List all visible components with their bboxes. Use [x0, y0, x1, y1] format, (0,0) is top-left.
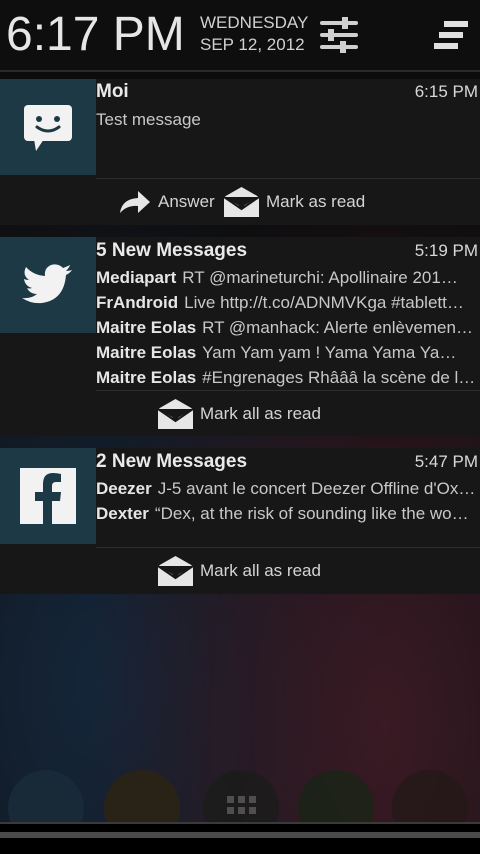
mark-all-as-read-button[interactable]: Mark all as read [157, 548, 321, 594]
notification-time: 6:15 PM [414, 82, 478, 101]
clear-all-button[interactable] [430, 18, 472, 54]
notification-time: 5:19 PM [414, 241, 478, 260]
app-icon-tile [0, 79, 96, 175]
quick-settings-button[interactable] [318, 14, 360, 56]
reply-arrow-icon [120, 191, 150, 213]
answer-label: Answer [158, 192, 215, 211]
sliders-icon [320, 17, 358, 53]
notification-twitter[interactable]: 5 New Messages 5:19 PM Mediapart RT @mari… [0, 237, 480, 436]
sender-name: FrAndroid [96, 293, 179, 312]
message-line: Mediapart RT @marineturchi: Apollinaire 2… [96, 266, 478, 290]
clear-all-icon [434, 21, 468, 49]
notification-sms[interactable]: Moi 6:15 PM Test message Answer Mark as … [0, 79, 480, 225]
clock: 6:17 PM [6, 8, 185, 61]
message-line: Maitre Eolas #Engrenages Rhâââ la scène d… [96, 366, 478, 390]
mark-as-read-label: Mark as read [266, 192, 366, 211]
notification-time: 5:47 PM [414, 452, 478, 471]
messaging-icon [24, 105, 72, 151]
notification-shade: 6:17 PM WEDNESDAY SEP 12, 2012 Moi 6:15 … [0, 0, 480, 854]
sender-name: Dexter [96, 504, 149, 523]
answer-button[interactable]: Answer [118, 179, 215, 225]
sender-name: Mediapart [96, 268, 177, 287]
shade-header: 6:17 PM WEDNESDAY SEP 12, 2012 [0, 0, 480, 72]
twitter-bird-icon [22, 264, 72, 304]
mark-all-as-read-button[interactable]: Mark all as read [157, 391, 321, 437]
message-preview: Yam Yam yam ! Yama Yama Ya… [202, 343, 457, 362]
day-label: WEDNESDAY [200, 13, 309, 32]
message-preview: J-5 avant le concert Deezer Offline d'Ox… [157, 479, 476, 498]
shade-handle[interactable] [0, 822, 480, 854]
notification-title: 5 New Messages [96, 240, 248, 261]
envelope-open-icon [157, 556, 194, 586]
app-icon-tile [0, 237, 96, 333]
envelope-open-icon [157, 399, 194, 429]
envelope-open-icon [223, 187, 260, 217]
shade-grip [0, 832, 480, 838]
notification-title: Moi [96, 81, 129, 102]
notification-facebook[interactable]: 2 New Messages 5:47 PM Deezer J-5 avant l… [0, 448, 480, 594]
facebook-icon [20, 468, 76, 524]
notification-title: 2 New Messages [96, 451, 248, 472]
message-preview: #Engrenages Rhâââ la scène de l'… [202, 368, 478, 387]
message-preview: “Dex, at the risk of sounding like the w… [154, 504, 469, 523]
sender-name: Deezer [96, 479, 152, 498]
sender-name: Maitre Eolas [96, 318, 197, 337]
mark-as-read-button[interactable]: Mark as read [223, 179, 365, 225]
mark-all-as-read-label: Mark all as read [200, 561, 321, 580]
notification-text: Test message [96, 110, 201, 129]
message-preview: Live http://t.co/ADNMVKga #tablett… [184, 293, 464, 312]
action-row: Answer Mark as read [0, 179, 480, 225]
date-block: WEDNESDAY SEP 12, 2012 [200, 12, 308, 56]
app-icon-tile [0, 448, 96, 544]
sender-name: Maitre Eolas [96, 368, 197, 387]
message-line: Maitre Eolas Yam Yam yam ! Yama Yama Ya… [96, 341, 478, 365]
date-label: SEP 12, 2012 [200, 35, 305, 54]
action-row: Mark all as read [0, 391, 480, 437]
sender-name: Maitre Eolas [96, 343, 197, 362]
message-line: Maitre Eolas RT @manhack: Alerte enlèveme… [96, 316, 478, 340]
action-row: Mark all as read [0, 548, 480, 594]
message-line: Deezer J-5 avant le concert Deezer Offlin… [96, 477, 478, 501]
message-preview: RT @marineturchi: Apollinaire 201… [182, 268, 458, 287]
message-preview: RT @manhack: Alerte enlèvemen… [202, 318, 473, 337]
message-line: Dexter “Dex, at the risk of sounding like… [96, 502, 478, 526]
message-line: FrAndroid Live http://t.co/ADNMVKga #tabl… [96, 291, 478, 315]
mark-all-as-read-label: Mark all as read [200, 404, 321, 423]
